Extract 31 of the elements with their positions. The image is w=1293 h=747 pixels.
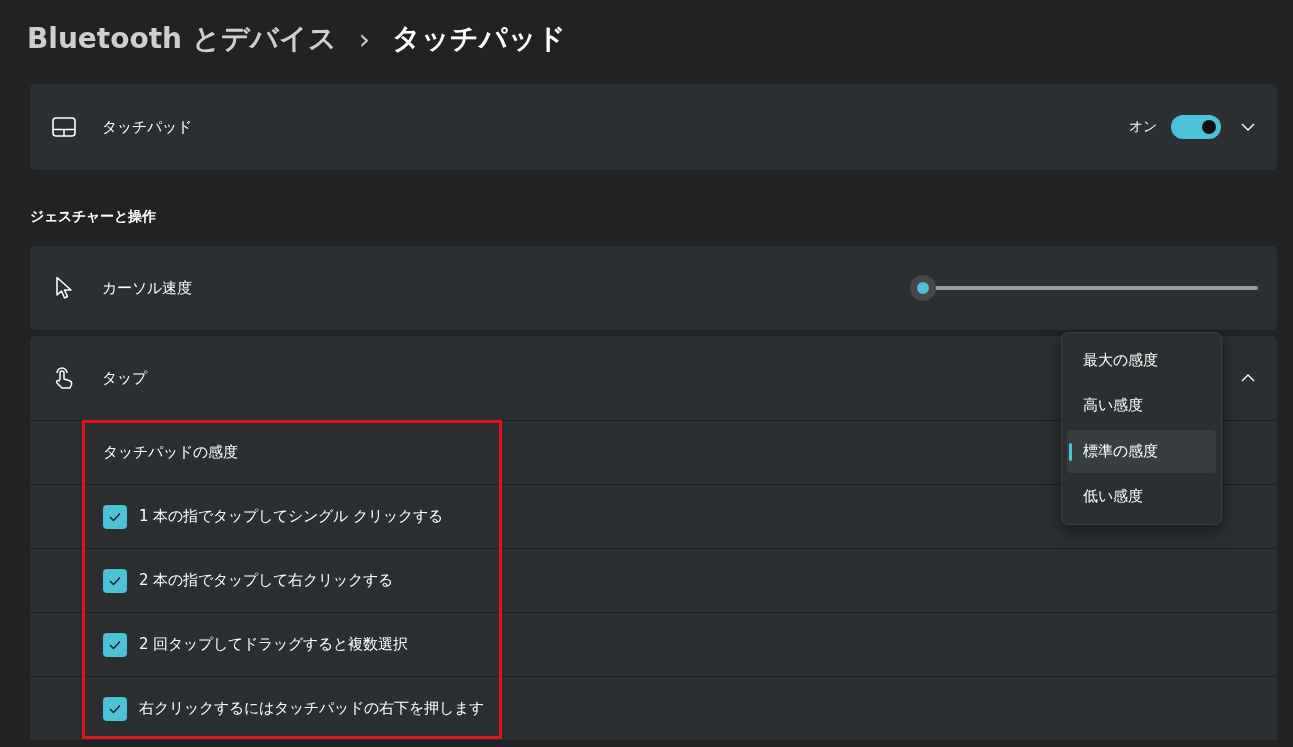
checkbox[interactable] [103,568,127,593]
touchpad-icon [52,117,76,137]
breadcrumb-parent[interactable]: Bluetooth とデバイス [27,20,337,58]
cursor-speed-label: カーソル速度 [102,278,192,298]
touchpad-label: タッチパッド [102,117,192,137]
checkmark-icon [109,703,121,714]
chevron-icon[interactable] [1241,123,1255,131]
section-heading: ジェスチャーと操作 [30,207,157,226]
breadcrumb-separator: › [358,22,370,56]
checkbox[interactable] [103,504,127,529]
menu-item[interactable]: 低い感度 [1067,474,1216,518]
toggle-state-label: オン [1129,118,1157,136]
tap-label: タップ [102,368,147,388]
slider-thumb[interactable] [910,275,936,301]
chevron-icon[interactable] [1241,374,1255,382]
menu-item[interactable]: 標準の感度 [1067,429,1216,473]
checkbox-label: 2 回タップしてドラッグすると複数選択 [139,635,409,654]
checkmark-icon [109,575,121,586]
touchpad-toggle[interactable] [1171,115,1221,139]
sensitivity-label: タッチパッドの感度 [103,443,238,462]
menu-item[interactable]: 高い感度 [1067,384,1216,428]
checkmark-icon [109,511,121,522]
cursor-speed-slider[interactable] [910,275,1258,301]
checkmark-icon [109,639,121,650]
checkbox[interactable] [103,696,127,721]
page-title: タッチパッド [392,21,566,57]
menu-item[interactable]: 最大の感度 [1067,339,1216,383]
checkbox-label: 右クリックするにはタッチパッドの右下を押します [139,699,484,718]
checkbox[interactable] [103,632,127,657]
checkbox-label: 2 本の指でタップして右クリックする [139,571,394,590]
checkbox-label: 1 本の指でタップしてシングル クリックする [139,507,444,526]
